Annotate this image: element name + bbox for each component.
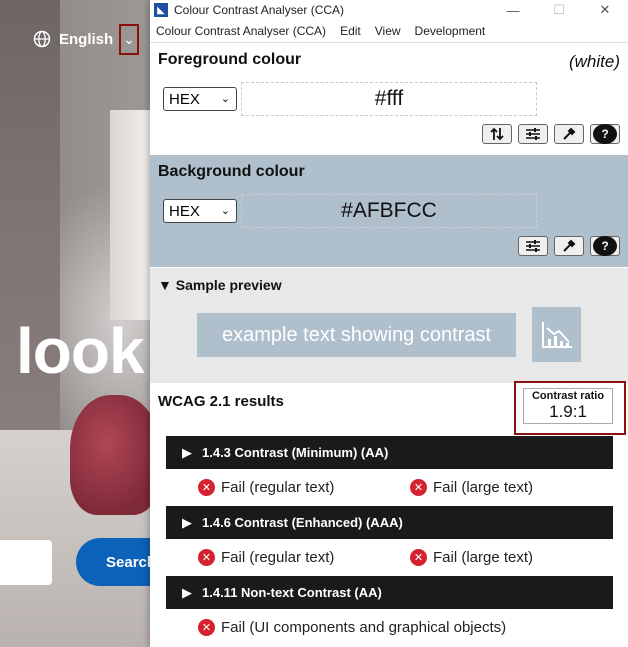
foreground-title: Foreground colour bbox=[158, 51, 302, 68]
eyedropper-icon bbox=[563, 239, 576, 252]
result-text: Fail (large text) bbox=[433, 549, 534, 566]
fail-icon: ✕ bbox=[198, 619, 215, 636]
background-picker-button[interactable] bbox=[554, 236, 584, 256]
chevron-down-icon: ⌄ bbox=[220, 205, 230, 217]
help-icon: ? bbox=[593, 124, 617, 144]
result-text: Fail (UI components and graphical object… bbox=[221, 619, 507, 636]
background-sliders-button[interactable] bbox=[518, 236, 548, 256]
swap-colours-button[interactable] bbox=[482, 124, 512, 144]
fail-icon: ✕ bbox=[410, 549, 427, 566]
contrast-ratio-label: Contrast ratio bbox=[531, 390, 605, 402]
background-format-select[interactable]: HEX ⌄ bbox=[163, 199, 237, 223]
result-1-4-6-large: ✕ Fail (large text) bbox=[410, 549, 533, 566]
hero-heading: look bbox=[16, 315, 145, 387]
fail-icon: ✕ bbox=[410, 479, 427, 496]
criterion-label: 1.4.11 Non-text Contrast (AA) bbox=[202, 585, 382, 600]
language-chevron-button[interactable]: ⌄ bbox=[119, 24, 139, 55]
title-bar: ◣ Colour Contrast Analyser (CCA) — ☐ ✕ bbox=[150, 0, 628, 20]
triangle-right-icon: ▶ bbox=[182, 444, 192, 460]
language-selector[interactable]: English bbox=[33, 30, 113, 48]
app-icon: ◣ bbox=[154, 3, 168, 17]
sample-preview-title: Sample preview bbox=[175, 277, 282, 293]
fail-icon: ✕ bbox=[198, 549, 215, 566]
language-label: English bbox=[59, 30, 114, 48]
minimize-button[interactable]: — bbox=[490, 0, 536, 20]
criterion-1-4-6[interactable]: ▶ 1.4.6 Contrast (Enhanced) (AAA) bbox=[166, 506, 613, 539]
sliders-icon bbox=[526, 128, 540, 140]
result-text: Fail (regular text) bbox=[221, 479, 335, 496]
globe-icon bbox=[33, 30, 51, 48]
contrast-ratio-box: Contrast ratio 1.9:1 bbox=[523, 388, 613, 424]
maximize-button: ☐ bbox=[553, 2, 565, 17]
window-title: Colour Contrast Analyser (CCA) bbox=[174, 3, 345, 17]
sample-graphic-preview bbox=[532, 307, 581, 362]
sample-preview-section: ▼ Sample preview example text showing co… bbox=[150, 268, 628, 383]
criterion-1-4-3[interactable]: ▶ 1.4.3 Contrast (Minimum) (AA) bbox=[166, 436, 613, 469]
background-help-button[interactable]: ? bbox=[590, 236, 620, 256]
foreground-sliders-button[interactable] bbox=[518, 124, 548, 144]
sliders-icon bbox=[526, 240, 540, 252]
chevron-down-icon: ⌄ bbox=[220, 93, 230, 105]
background-section: Background colour HEX ⌄ #AFBFCC ? bbox=[150, 155, 628, 267]
foreground-format-value: HEX bbox=[169, 90, 200, 108]
criterion-label: 1.4.3 Contrast (Minimum) (AA) bbox=[202, 445, 389, 460]
foreground-picker-button[interactable] bbox=[554, 124, 584, 144]
result-1-4-3-regular: ✕ Fail (regular text) bbox=[198, 479, 334, 496]
menu-view[interactable]: View bbox=[375, 24, 401, 38]
fail-icon: ✕ bbox=[198, 479, 215, 496]
menu-development[interactable]: Development bbox=[415, 24, 486, 38]
close-button[interactable]: ✕ bbox=[582, 0, 628, 20]
foreground-format-select[interactable]: HEX ⌄ bbox=[163, 87, 237, 111]
sample-preview-toggle[interactable]: ▼ Sample preview bbox=[158, 277, 282, 293]
eyedropper-icon bbox=[563, 127, 576, 140]
criterion-label: 1.4.6 Contrast (Enhanced) (AAA) bbox=[202, 515, 403, 530]
curtain-photo bbox=[0, 0, 60, 480]
cushion-photo bbox=[70, 395, 160, 515]
help-icon: ? bbox=[593, 236, 617, 256]
foreground-hex-input[interactable]: #fff bbox=[241, 82, 537, 116]
sample-text-preview: example text showing contrast bbox=[197, 313, 516, 357]
wcag-results-section: WCAG 2.1 results Contrast ratio 1.9:1 ▶ … bbox=[150, 381, 628, 647]
cca-window: ◣ Colour Contrast Analyser (CCA) — ☐ ✕ C… bbox=[150, 0, 628, 647]
triangle-down-icon: ▼ bbox=[158, 277, 172, 293]
menu-bar: Colour Contrast Analyser (CCA) Edit View… bbox=[150, 20, 628, 43]
criterion-1-4-11[interactable]: ▶ 1.4.11 Non-text Contrast (AA) bbox=[166, 576, 613, 609]
result-text: Fail (regular text) bbox=[221, 549, 335, 566]
result-1-4-6-regular: ✕ Fail (regular text) bbox=[198, 549, 334, 566]
triangle-right-icon: ▶ bbox=[182, 514, 192, 530]
window-photo bbox=[110, 110, 150, 320]
contrast-ratio-value: 1.9:1 bbox=[549, 402, 587, 421]
swap-icon bbox=[490, 127, 504, 141]
result-1-4-11: ✕ Fail (UI components and graphical obje… bbox=[198, 619, 506, 636]
menu-edit[interactable]: Edit bbox=[340, 24, 361, 38]
background-title: Background colour bbox=[158, 163, 305, 180]
menu-app[interactable]: Colour Contrast Analyser (CCA) bbox=[156, 24, 326, 38]
result-text: Fail (large text) bbox=[433, 479, 534, 496]
foreground-section: Foreground colour (white) HEX ⌄ #fff ? bbox=[150, 43, 628, 154]
foreground-help-button[interactable]: ? bbox=[590, 124, 620, 144]
search-input[interactable] bbox=[0, 540, 52, 585]
background-format-value: HEX bbox=[169, 202, 200, 220]
result-1-4-3-large: ✕ Fail (large text) bbox=[410, 479, 533, 496]
contrast-ratio-highlight: Contrast ratio 1.9:1 bbox=[514, 381, 626, 435]
triangle-right-icon: ▶ bbox=[182, 584, 192, 600]
wcag-results-title: WCAG 2.1 results bbox=[158, 393, 284, 410]
chart-icon bbox=[541, 321, 572, 348]
foreground-colour-name: (white) bbox=[568, 52, 620, 71]
chevron-down-icon: ⌄ bbox=[123, 31, 135, 47]
background-hex-input[interactable]: #AFBFCC bbox=[241, 194, 537, 228]
